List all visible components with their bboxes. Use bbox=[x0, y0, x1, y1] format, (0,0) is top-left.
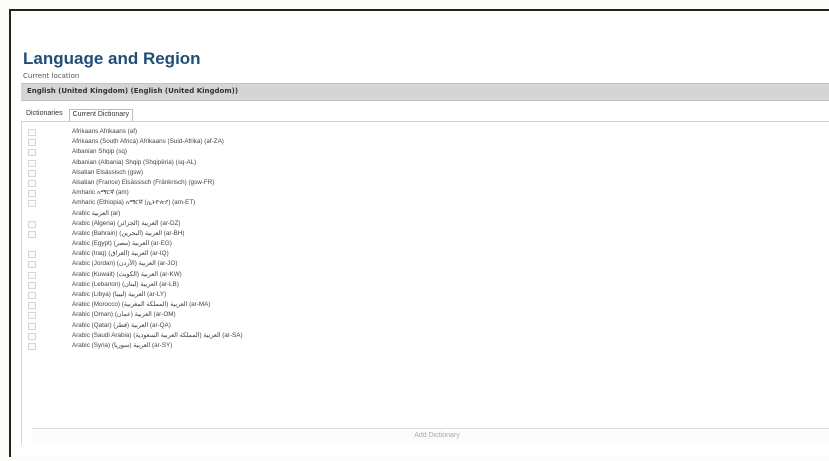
list-item[interactable]: Alsatian (France) Elsässisch (Fränkrisch… bbox=[22, 179, 829, 189]
tab-current-dictionary[interactable]: Current Dictionary bbox=[68, 109, 133, 121]
list-item[interactable]: Arabic (Algeria) العربية (الجزائر) (ar-D… bbox=[22, 220, 829, 230]
list-item[interactable]: Afrikaans (South Africa) Afrikaans (Suid… bbox=[22, 138, 829, 148]
language-checkbox[interactable] bbox=[28, 169, 36, 177]
language-label: Amharic (Ethiopia) አማርኛ (ኢትዮጵያ) (am-ET) bbox=[72, 199, 196, 207]
language-checkbox[interactable] bbox=[28, 271, 36, 279]
language-checkbox[interactable] bbox=[28, 179, 36, 187]
language-checkbox[interactable] bbox=[28, 230, 36, 238]
language-label: Arabic (Kuwait) العربية (الكويت) (ar-KW) bbox=[72, 270, 182, 278]
current-location-bar[interactable]: English (United Kingdom) (English (Unite… bbox=[21, 83, 829, 101]
language-checkbox[interactable] bbox=[28, 200, 36, 208]
language-label: Alsatian Elsässisch (gsw) bbox=[72, 168, 144, 176]
add-dictionary-button[interactable]: Add Dictionary bbox=[32, 429, 829, 443]
list-item[interactable]: Arabic (Lebanon) العربية (لبنان) (ar-LB) bbox=[22, 281, 829, 291]
current-location-label: Current location bbox=[23, 72, 80, 80]
language-checkbox[interactable] bbox=[28, 332, 36, 340]
list-item[interactable]: Arabic العربية (ar) bbox=[22, 210, 829, 220]
language-label: Arabic (Syria) العربية (سوريا) (ar-SY) bbox=[72, 341, 173, 349]
language-label: Arabic (Lebanon) العربية (لبنان) (ar-LB) bbox=[72, 280, 179, 288]
language-checkbox[interactable] bbox=[28, 312, 36, 320]
language-checkbox[interactable] bbox=[28, 261, 36, 269]
language-label: Arabic (Libya) العربية (ليبيا) (ar-LY) bbox=[72, 291, 167, 298]
tab-strip: Dictionaries Current Dictionary bbox=[23, 109, 136, 121]
current-location-value: English (United Kingdom) (English (Unite… bbox=[27, 87, 239, 95]
language-label: Amharic አማርኛ (am) bbox=[72, 189, 129, 197]
tab-dictionaries[interactable]: Dictionaries bbox=[23, 109, 66, 121]
language-label: Arabic (Oman) العربية (عمان) (ar-OM) bbox=[72, 311, 176, 319]
language-checkbox[interactable] bbox=[28, 129, 36, 136]
list-item[interactable]: Arabic (Kuwait) العربية (الكويت) (ar-KW) bbox=[22, 271, 829, 281]
language-list: Afrikaans Afrikaans (af) Afrikaans (South… bbox=[22, 128, 829, 352]
list-item[interactable]: Arabic (Morocco) العربية (المملكة المغرب… bbox=[22, 301, 829, 311]
dictionary-panel: Afrikaans Afrikaans (af) Afrikaans (South… bbox=[21, 121, 829, 445]
list-item[interactable]: Alsatian Elsässisch (gsw) bbox=[22, 169, 829, 179]
list-item[interactable]: Arabic (Iraq) العربية (العراق) (ar-IQ) bbox=[22, 250, 829, 260]
list-item[interactable]: Afrikaans Afrikaans (af) bbox=[22, 128, 829, 138]
language-region-window: Language and Region Current location Eng… bbox=[9, 9, 829, 457]
language-checkbox[interactable] bbox=[28, 220, 36, 228]
language-label: Arabic (Algeria) العربية (الجزائر) (ar-D… bbox=[72, 219, 181, 227]
language-checkbox[interactable] bbox=[28, 302, 36, 310]
list-item[interactable]: Arabic (Saudi Arabia) العربية (المملكة ا… bbox=[22, 332, 829, 342]
language-label: Albanian (Albania) Shqip (Shqipëria) (sq… bbox=[72, 158, 197, 166]
language-label: Albanian Shqip (sq) bbox=[72, 148, 127, 156]
language-label: Arabic (Iraq) العربية (العراق) (ar-IQ) bbox=[72, 250, 169, 258]
language-label: Arabic (Qatar) العربية (قطر) (ar-QA) bbox=[72, 321, 171, 329]
language-checkbox[interactable] bbox=[28, 342, 36, 350]
list-item[interactable]: Arabic (Libya) العربية (ليبيا) (ar-LY) bbox=[22, 291, 829, 301]
list-item[interactable]: Arabic (Qatar) العربية (قطر) (ar-QA) bbox=[22, 322, 829, 332]
list-item[interactable]: Amharic አማርኛ (am) bbox=[22, 189, 829, 199]
list-item[interactable]: Albanian Shqip (sq) bbox=[22, 148, 829, 158]
list-item[interactable]: Arabic (Egypt) العربية (مصر) (ar-EG) bbox=[22, 240, 829, 250]
list-item[interactable]: Arabic (Jordan) العربية (الأردن) (ar-JO) bbox=[22, 260, 829, 270]
language-label: Arabic العربية (ar) bbox=[72, 209, 121, 217]
list-item[interactable]: Arabic (Syria) العربية (سوريا) (ar-SY) bbox=[22, 342, 829, 352]
language-checkbox[interactable] bbox=[28, 281, 36, 289]
language-checkbox[interactable] bbox=[28, 139, 36, 147]
add-dictionary-bar: Add Dictionary bbox=[32, 428, 829, 443]
language-checkbox[interactable] bbox=[28, 159, 36, 167]
language-label: Arabic (Morocco) العربية (المملكة المغرب… bbox=[72, 301, 211, 309]
language-checkbox[interactable] bbox=[28, 190, 36, 198]
language-label: Arabic (Egypt) العربية (مصر) (ar-EG) bbox=[72, 240, 172, 248]
list-item[interactable]: Arabic (Bahrain) العربية (البحرين) (ar-B… bbox=[22, 230, 829, 240]
language-checkbox[interactable] bbox=[28, 149, 36, 157]
page-title: Language and Region bbox=[23, 49, 201, 68]
language-label: Arabic (Saudi Arabia) العربية (المملكة ا… bbox=[72, 331, 243, 339]
list-item[interactable]: Amharic (Ethiopia) አማርኛ (ኢትዮጵያ) (am-ET) bbox=[22, 199, 829, 209]
list-item[interactable]: Albanian (Albania) Shqip (Shqipëria) (sq… bbox=[22, 159, 829, 169]
language-label: Arabic (Bahrain) العربية (البحرين) (ar-B… bbox=[72, 229, 185, 237]
language-checkbox[interactable] bbox=[28, 251, 36, 259]
language-checkbox[interactable] bbox=[28, 322, 36, 330]
language-checkbox[interactable] bbox=[28, 292, 36, 299]
language-label: Alsatian (France) Elsässisch (Fränkrisch… bbox=[72, 178, 215, 186]
language-label: Afrikaans Afrikaans (af) bbox=[72, 128, 138, 135]
list-item[interactable]: Arabic (Oman) العربية (عمان) (ar-OM) bbox=[22, 311, 829, 321]
language-label: Arabic (Jordan) العربية (الأردن) (ar-JO) bbox=[72, 260, 178, 268]
language-label: Afrikaans (South Africa) Afrikaans (Suid… bbox=[72, 138, 224, 146]
